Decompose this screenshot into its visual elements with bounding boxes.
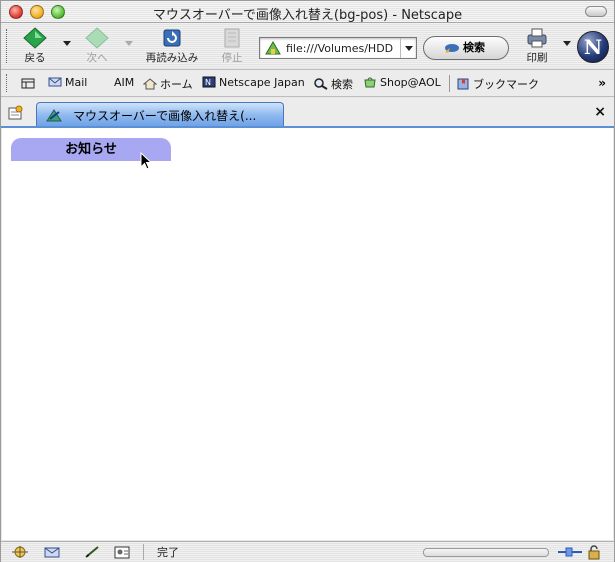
netscape-icon: N <box>202 76 216 88</box>
back-label: 戻る <box>24 52 46 64</box>
navigation-toolbar: 戻る 次へ 再読み込み 停止 file:///Volumes/HDD 検索 印刷… <box>1 23 614 69</box>
bookmark-home-label: ホーム <box>160 78 193 91</box>
bookmark-netscape-japan-label: Netscape Japan <box>219 76 305 89</box>
mouse-cursor-icon <box>140 152 152 170</box>
stop-icon <box>224 28 240 48</box>
printer-icon <box>527 28 547 48</box>
url-field[interactable]: file:///Volumes/HDD <box>259 37 417 59</box>
title-bar[interactable]: マウスオーバーで画像入れ替え(bg-pos) - Netscape <box>1 1 614 23</box>
bookmark-menu-label: ブックマーク <box>473 78 539 91</box>
window-title: マウスオーバーで画像入れ替え(bg-pos) - Netscape <box>152 8 463 23</box>
print-button[interactable]: 印刷 <box>517 27 557 65</box>
bookmark-mail[interactable]: Mail <box>48 76 87 89</box>
forward-dropdown-chevron-icon[interactable] <box>125 41 133 46</box>
bookmark-aim-label: AIM <box>114 76 135 89</box>
search-icon <box>314 78 328 90</box>
status-divider <box>143 544 144 560</box>
online-status-plug-icon[interactable] <box>557 546 583 558</box>
home-icon <box>143 78 157 90</box>
bookmark-search[interactable]: 検索 <box>314 76 353 92</box>
forward-label: 次へ <box>86 52 108 64</box>
mail-icon <box>48 77 62 87</box>
bookmark-search-label: 検索 <box>331 78 353 91</box>
netscape-logo[interactable]: N <box>577 31 609 63</box>
status-text: 完了 <box>157 546 179 559</box>
search-button[interactable]: 検索 <box>423 36 509 60</box>
back-dropdown-chevron-icon[interactable] <box>63 41 71 46</box>
print-label: 印刷 <box>526 52 548 64</box>
bookmark-shop-aol-label: Shop@AOL <box>380 76 441 89</box>
stop-label: 停止 <box>221 52 243 64</box>
personal-toolbar: Mail AIM ホーム N Netscape Japan 検索 Shop@AOL… <box>1 69 614 97</box>
tab-bar: マウスオーバーで画像入れ替え(... × <box>1 98 614 128</box>
composer-icon[interactable] <box>83 545 101 559</box>
status-bar: 完了 <box>1 541 614 562</box>
shop-icon <box>364 77 376 88</box>
toolbar-grip[interactable] <box>6 29 9 63</box>
tab-active[interactable]: マウスオーバーで画像入れ替え(... <box>36 102 284 126</box>
personal-toolbar-grip[interactable] <box>6 74 9 92</box>
progress-bar <box>423 548 549 557</box>
back-button[interactable]: 戻る <box>15 27 55 65</box>
reload-label: 再読み込み <box>145 52 199 64</box>
bookmark-netscape-japan[interactable]: N Netscape Japan <box>202 76 305 89</box>
browser-window: マウスオーバーで画像入れ替え(bg-pos) - Netscape 戻る 次へ <box>0 0 615 562</box>
bookmark-aim[interactable]: AIM <box>114 76 134 89</box>
bookmark-home[interactable]: ホーム <box>143 76 193 92</box>
bookmark-menu[interactable]: ブックマーク <box>456 76 539 92</box>
forward-arrow-icon <box>85 27 109 49</box>
personal-toolbar-divider <box>449 75 450 92</box>
tab-active-label: マウスオーバーで画像入れ替え(... <box>73 109 257 123</box>
close-tab-icon[interactable]: × <box>594 104 606 120</box>
bookmark-icon <box>457 78 469 90</box>
bookmark-mail-label: Mail <box>65 76 88 89</box>
reload-button[interactable]: 再読み込み <box>142 27 202 65</box>
search-label: 検索 <box>463 41 485 54</box>
new-tab-icon[interactable] <box>7 105 23 121</box>
personal-toolbar-overflow-icon[interactable]: » <box>598 76 606 90</box>
forward-button[interactable]: 次へ <box>77 27 117 65</box>
url-history-dropdown-icon[interactable] <box>400 38 416 58</box>
toolbar-toggle-button[interactable] <box>585 6 607 17</box>
navigator-icon[interactable] <box>11 545 29 559</box>
mail-status-icon[interactable] <box>43 545 61 559</box>
back-arrow-icon <box>23 27 47 49</box>
page-icon <box>46 109 62 122</box>
reload-icon <box>163 29 181 47</box>
stop-button[interactable]: 停止 <box>212 27 252 65</box>
bookmark-shop-aol[interactable]: Shop@AOL <box>363 76 441 89</box>
search-rocket-icon <box>445 44 459 53</box>
svg-text:N: N <box>205 78 211 87</box>
security-lock-icon[interactable] <box>587 544 601 560</box>
sidebar-toggle-icon[interactable] <box>21 78 35 89</box>
page-proxy-icon <box>265 41 281 55</box>
url-text[interactable]: file:///Volumes/HDD <box>286 42 400 55</box>
address-book-icon[interactable] <box>113 545 131 559</box>
page-content: お知らせ <box>2 128 613 540</box>
print-dropdown-chevron-icon[interactable] <box>563 41 571 46</box>
